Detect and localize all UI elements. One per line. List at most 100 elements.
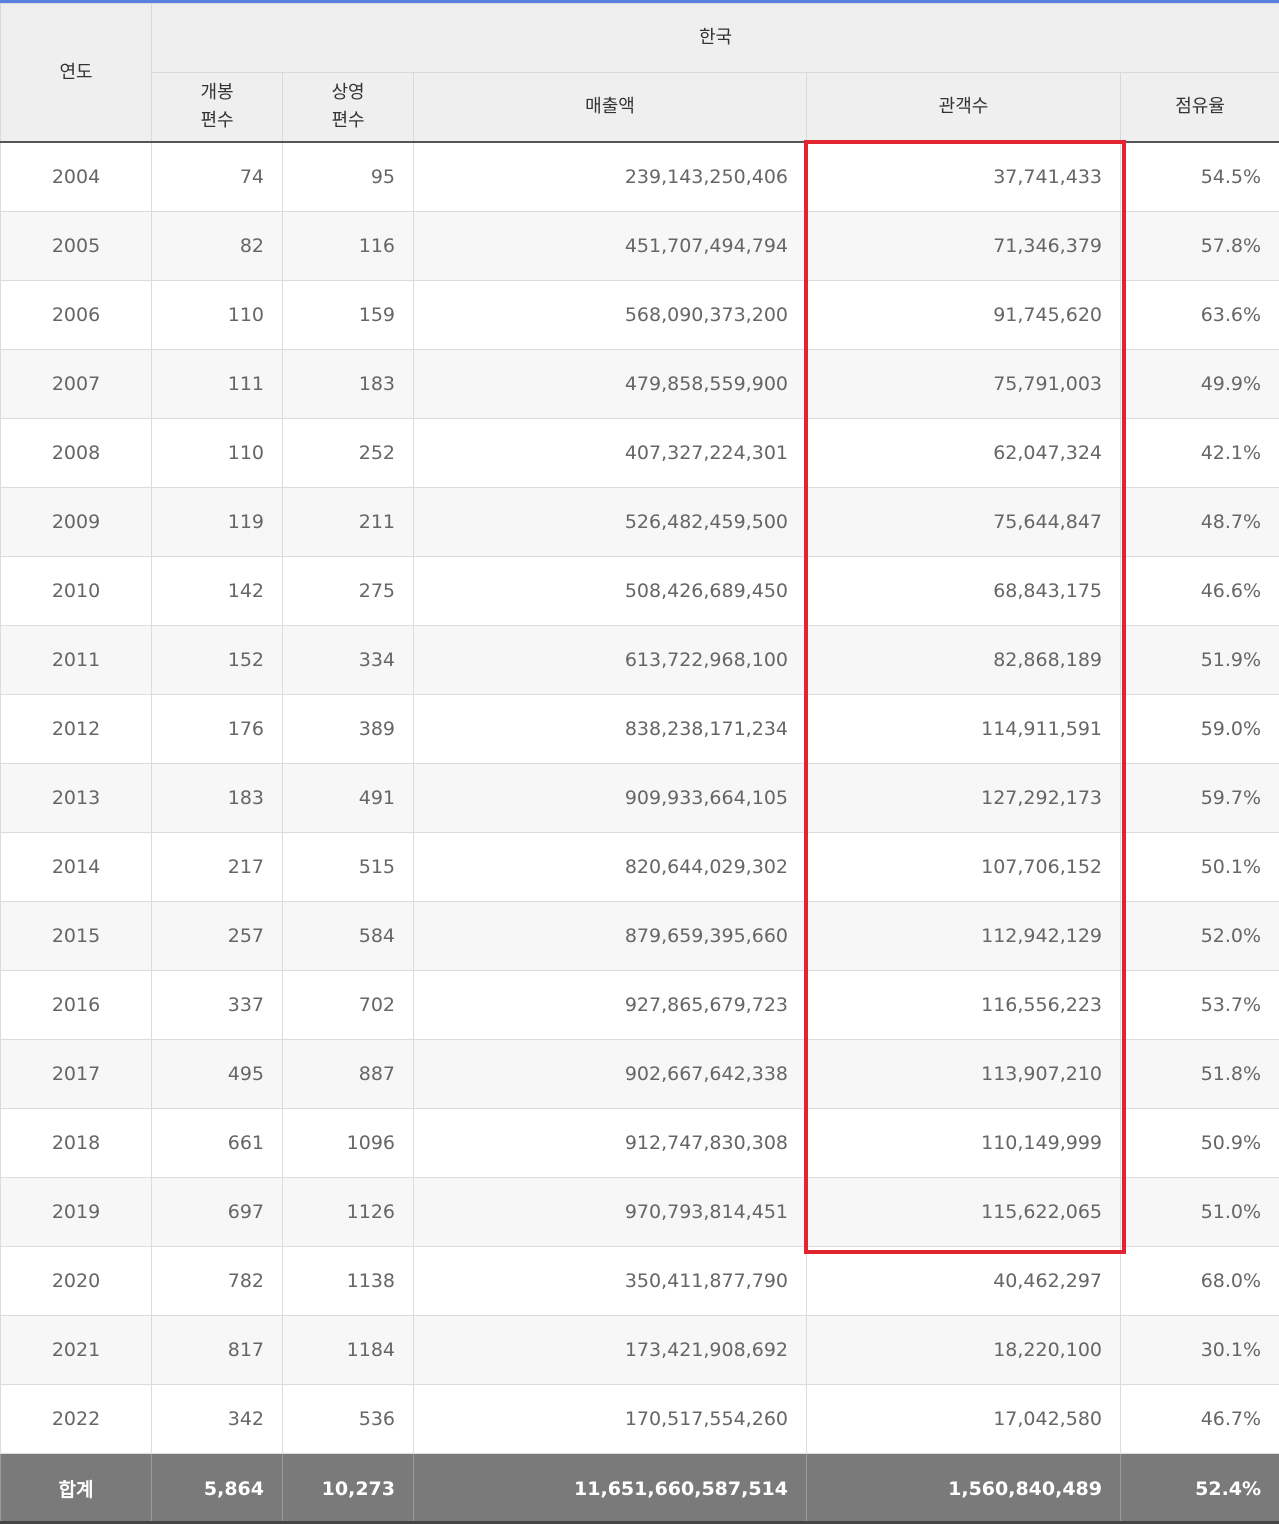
cell-open: 82 [151, 211, 283, 281]
cell-open: 257 [151, 901, 283, 971]
cell-share: 46.7% [1119, 1384, 1279, 1454]
cell-year: 2005 [0, 211, 152, 281]
cell-screen: 887 [282, 1039, 414, 1109]
cell-share: 50.1% [1119, 832, 1279, 902]
cell-screen: 1096 [282, 1108, 414, 1178]
cell-share: 54.5% [1119, 141, 1279, 212]
cell-open: 119 [151, 487, 283, 557]
cell-screen: 536 [282, 1384, 414, 1454]
table-row: 2005 82 116 451,707,494,794 71,346,379 57.8% [0, 211, 1279, 281]
total-label: 합계 [0, 1453, 152, 1524]
cell-year: 2010 [0, 556, 152, 626]
cell-screen: 95 [282, 141, 414, 212]
cell-share: 48.7% [1119, 487, 1279, 557]
cell-audience: 68,843,175 [806, 556, 1121, 626]
cell-open: 176 [151, 694, 283, 764]
cell-screen: 515 [282, 832, 414, 902]
table-row: 2021 817 1184 173,421,908,692 18,220,100 30.1… [0, 1315, 1279, 1385]
cell-audience: 116,556,223 [806, 970, 1121, 1040]
cell-open: 661 [151, 1108, 283, 1178]
cell-year: 2018 [0, 1108, 152, 1178]
table-header: 연도 한국 개봉 편수 상영 편수 매출액 관객수 점유율 [0, 3, 1279, 143]
cell-screen: 584 [282, 901, 414, 971]
cell-share: 68.0% [1119, 1246, 1279, 1316]
cell-open: 817 [151, 1315, 283, 1385]
cell-open: 110 [151, 418, 283, 488]
table-row: 2022 342 536 170,517,554,260 17,042,580 46.7% [0, 1384, 1279, 1454]
cell-audience: 91,745,620 [806, 280, 1121, 350]
table-row: 2016 337 702 927,865,679,723 116,556,223 53.7… [0, 970, 1279, 1040]
cell-open: 337 [151, 970, 283, 1040]
cell-sales: 902,667,642,338 [413, 1039, 807, 1109]
cell-share: 51.8% [1119, 1039, 1279, 1109]
cell-year: 2011 [0, 625, 152, 695]
cell-year: 2020 [0, 1246, 152, 1316]
cell-screen: 275 [282, 556, 414, 626]
cell-audience: 71,346,379 [806, 211, 1121, 281]
cell-sales: 508,426,689,450 [413, 556, 807, 626]
table-row: 2006 110 159 568,090,373,200 91,745,620 63.6% [0, 280, 1279, 350]
cell-year: 2013 [0, 763, 152, 833]
cell-year: 2009 [0, 487, 152, 557]
cell-screen: 702 [282, 970, 414, 1040]
cell-sales: 838,238,171,234 [413, 694, 807, 764]
table-row: 2007 111 183 479,858,559,900 75,791,003 49.9% [0, 349, 1279, 419]
cell-audience: 75,644,847 [806, 487, 1121, 557]
cell-share: 51.9% [1119, 625, 1279, 695]
table-row: 2010 142 275 508,426,689,450 68,843,175 46.6% [0, 556, 1279, 626]
cell-screen: 491 [282, 763, 414, 833]
cell-screen: 211 [282, 487, 414, 557]
cell-year: 2021 [0, 1315, 152, 1385]
total-screen: 10,273 [282, 1453, 414, 1524]
cell-screen: 389 [282, 694, 414, 764]
cell-sales: 451,707,494,794 [413, 211, 807, 281]
cell-open: 697 [151, 1177, 283, 1247]
cell-sales: 479,858,559,900 [413, 349, 807, 419]
table-row: 2018 661 1096 912,747,830,308 110,149,999 50.… [0, 1108, 1279, 1178]
cell-screen: 116 [282, 211, 414, 281]
header-year: 연도 [0, 3, 152, 143]
table-body: 2004 74 95 239,143,250,406 37,741,433 54.5% 20… [0, 141, 1279, 1454]
table-row: 2017 495 887 902,667,642,338 113,907,210 51.8… [0, 1039, 1279, 1109]
cell-sales: 526,482,459,500 [413, 487, 807, 557]
total-row: 합계 5,864 10,273 11,651,660,587,514 1,560… [0, 1453, 1279, 1524]
cell-screen: 183 [282, 349, 414, 419]
cell-screen: 1184 [282, 1315, 414, 1385]
table-row: 2004 74 95 239,143,250,406 37,741,433 54.5% [0, 141, 1279, 212]
cell-share: 59.7% [1119, 763, 1279, 833]
cell-year: 2022 [0, 1384, 152, 1454]
cell-sales: 912,747,830,308 [413, 1108, 807, 1178]
cell-sales: 568,090,373,200 [413, 280, 807, 350]
cell-year: 2007 [0, 349, 152, 419]
cell-audience: 115,622,065 [806, 1177, 1121, 1247]
cell-share: 30.1% [1119, 1315, 1279, 1385]
cell-screen: 1126 [282, 1177, 414, 1247]
cell-open: 142 [151, 556, 283, 626]
cell-audience: 114,911,591 [806, 694, 1121, 764]
table-row: 2008 110 252 407,327,224,301 62,047,324 42.1% [0, 418, 1279, 488]
cell-share: 46.6% [1119, 556, 1279, 626]
cell-sales: 173,421,908,692 [413, 1315, 807, 1385]
cell-screen: 1138 [282, 1246, 414, 1316]
cell-year: 2012 [0, 694, 152, 764]
cell-screen: 159 [282, 280, 414, 350]
cell-sales: 927,865,679,723 [413, 970, 807, 1040]
cell-share: 59.0% [1119, 694, 1279, 764]
cell-share: 63.6% [1119, 280, 1279, 350]
total-share: 52.4% [1119, 1453, 1279, 1524]
cell-open: 495 [151, 1039, 283, 1109]
cell-audience: 110,149,999 [806, 1108, 1121, 1178]
cell-sales: 879,659,395,660 [413, 901, 807, 971]
cell-share: 57.8% [1119, 211, 1279, 281]
cell-open: 74 [151, 141, 283, 212]
cell-share: 42.1% [1119, 418, 1279, 488]
table-row: 2011 152 334 613,722,968,100 82,868,189 51.9% [0, 625, 1279, 695]
cell-year: 2016 [0, 970, 152, 1040]
cell-audience: 62,047,324 [806, 418, 1121, 488]
cell-share: 52.0% [1119, 901, 1279, 971]
cell-audience: 75,791,003 [806, 349, 1121, 419]
cell-audience: 18,220,100 [806, 1315, 1121, 1385]
cell-audience: 112,942,129 [806, 901, 1121, 971]
table-row: 2015 257 584 879,659,395,660 112,942,129 52.0… [0, 901, 1279, 971]
cell-sales: 350,411,877,790 [413, 1246, 807, 1316]
